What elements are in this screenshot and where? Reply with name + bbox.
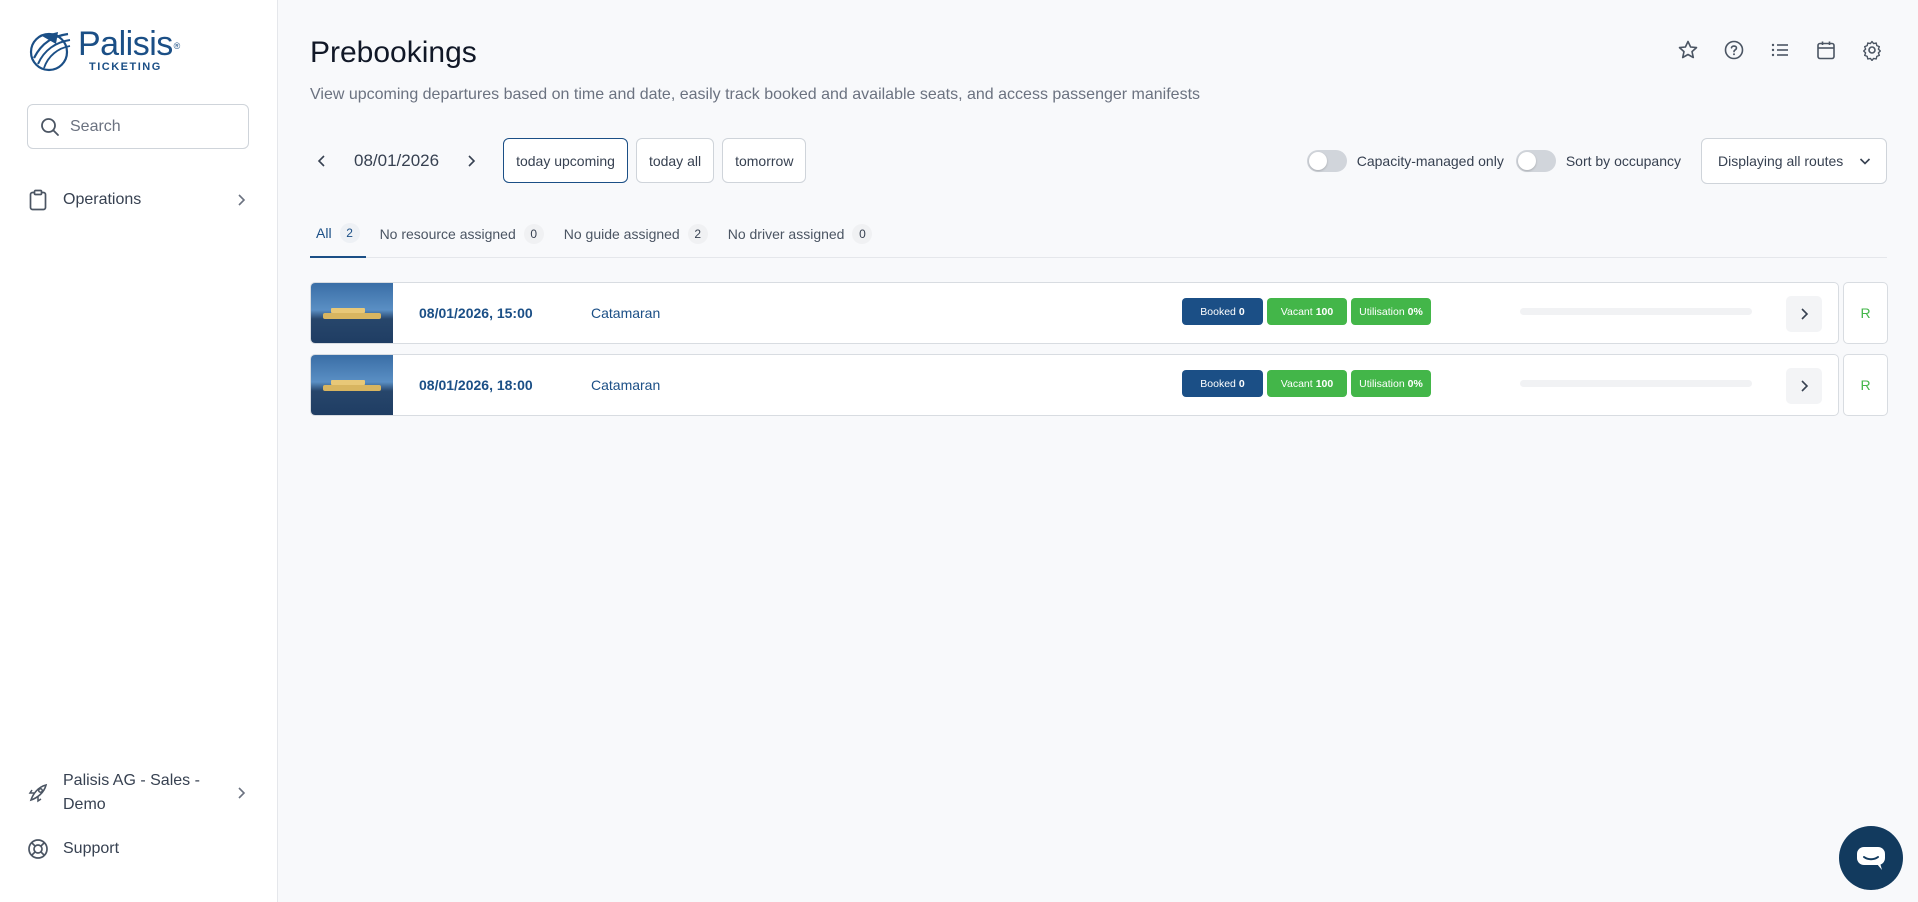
toggle-switch[interactable] bbox=[1515, 149, 1556, 172]
toggle-switch[interactable] bbox=[1306, 149, 1347, 172]
chevron-left-icon bbox=[317, 154, 325, 167]
tab-label: No guide assigned bbox=[563, 225, 680, 242]
tab-count-badge: 2 bbox=[339, 223, 360, 243]
occupancy-stats: Booked 0 Vacant 100 Utilisation 0% bbox=[1182, 298, 1431, 325]
tab-count-badge: 0 bbox=[852, 223, 873, 244]
tab-label: No resource assigned bbox=[379, 225, 516, 242]
tab-no-driver-assigned[interactable]: No driver assigned 0 bbox=[722, 210, 879, 257]
clipboard-icon bbox=[27, 189, 49, 211]
list-icon[interactable] bbox=[1768, 38, 1792, 62]
previous-day-button[interactable] bbox=[310, 149, 334, 173]
star-icon[interactable] bbox=[1676, 38, 1700, 62]
chevron-right-icon bbox=[238, 194, 246, 206]
chevron-right-icon bbox=[238, 787, 246, 799]
resource-button[interactable]: R bbox=[1843, 282, 1888, 344]
calendar-icon[interactable] bbox=[1814, 38, 1838, 62]
chevron-right-icon bbox=[1801, 380, 1809, 392]
brand-name: Palisis ® bbox=[78, 25, 180, 63]
departure-time: 08/01/2026, 18:00 bbox=[419, 377, 533, 393]
booked-badge: Booked 0 bbox=[1182, 298, 1263, 325]
sidebar-item-support[interactable]: Support bbox=[27, 837, 249, 861]
lifebuoy-icon bbox=[27, 838, 49, 860]
booked-badge: Booked 0 bbox=[1182, 370, 1263, 397]
departure-time: 08/01/2026, 15:00 bbox=[419, 305, 533, 321]
page-title: Prebookings bbox=[310, 36, 477, 69]
palisis-logo[interactable]: Palisis ® TICKETING bbox=[28, 25, 180, 73]
vessel-thumbnail bbox=[311, 283, 393, 343]
occupancy-progress-bar bbox=[1520, 380, 1752, 387]
chevron-right-icon bbox=[468, 154, 476, 167]
vessel-thumbnail bbox=[311, 355, 393, 415]
chevron-down-icon bbox=[1859, 157, 1871, 165]
tab-count-badge: 2 bbox=[687, 223, 708, 244]
date-navigator: 08/01/2026 today upcoming today all tomo… bbox=[310, 138, 807, 183]
page-description: View upcoming departures based on time a… bbox=[310, 86, 1201, 103]
tab-label: No driver assigned bbox=[727, 225, 845, 242]
next-day-button[interactable] bbox=[459, 149, 483, 173]
main-content: Prebookings View upcoming departures bas… bbox=[278, 0, 1918, 902]
filter-bar: Capacity-managed only Sort by occupancy … bbox=[1306, 137, 1887, 184]
tab-no-guide-assigned[interactable]: No guide assigned 2 bbox=[558, 210, 714, 257]
sort-by-occupancy-toggle[interactable]: Sort by occupancy bbox=[1515, 149, 1681, 172]
rocket-icon bbox=[27, 782, 49, 804]
routes-dropdown[interactable]: Displaying all routes bbox=[1701, 137, 1887, 184]
vacant-badge: Vacant 100 bbox=[1267, 298, 1347, 325]
chat-button[interactable] bbox=[1839, 826, 1903, 890]
resource-button[interactable]: R bbox=[1843, 354, 1888, 416]
selected-date[interactable]: 08/01/2026 bbox=[354, 151, 439, 171]
tab-label: All bbox=[316, 225, 332, 241]
sidebar-item-label: Operations bbox=[63, 191, 142, 208]
open-departure-button[interactable] bbox=[1786, 296, 1822, 332]
chevron-right-icon bbox=[1801, 308, 1809, 320]
tab-count-badge: 0 bbox=[523, 223, 544, 244]
gear-icon[interactable] bbox=[1860, 38, 1884, 62]
header-actions bbox=[1676, 38, 1884, 62]
routes-dropdown-value: Displaying all routes bbox=[1718, 152, 1844, 169]
chat-icon bbox=[1857, 847, 1885, 870]
open-departure-button[interactable] bbox=[1786, 368, 1822, 404]
departure-row[interactable]: 08/01/2026, 18:00 Catamaran Booked 0 Vaca… bbox=[310, 354, 1839, 416]
sort-by-occupancy-label: Sort by occupancy bbox=[1565, 152, 1681, 169]
today-all-button[interactable]: today all bbox=[635, 138, 715, 183]
search-icon bbox=[41, 117, 59, 136]
today-upcoming-button[interactable]: today upcoming bbox=[503, 138, 628, 183]
help-icon[interactable] bbox=[1722, 38, 1746, 62]
departure-tabs: All 2 No resource assigned 0 No guide as… bbox=[310, 210, 1887, 258]
sidebar-item-label: Support bbox=[63, 840, 120, 857]
vacant-badge: Vacant 100 bbox=[1267, 370, 1347, 397]
sidebar-item-operations[interactable]: Operations bbox=[27, 188, 249, 212]
capacity-managed-label: Capacity-managed only bbox=[1356, 152, 1504, 169]
sidebar-item-organization[interactable]: Palisis AG - Sales - Demo bbox=[27, 769, 249, 817]
tomorrow-button[interactable]: tomorrow bbox=[722, 138, 807, 183]
occupancy-progress-bar bbox=[1520, 308, 1752, 315]
sidebar: Palisis® TICKETING Operations Palisis AG… bbox=[0, 0, 278, 902]
tab-no-resource-assigned[interactable]: No resource assigned 0 bbox=[374, 210, 550, 257]
capacity-managed-toggle[interactable]: Capacity-managed only bbox=[1306, 149, 1504, 172]
tab-all[interactable]: All 2 bbox=[310, 210, 366, 258]
vessel-name: Catamaran bbox=[591, 377, 661, 393]
vessel-name: Catamaran bbox=[591, 305, 661, 321]
search-box[interactable] bbox=[27, 104, 249, 149]
occupancy-stats: Booked 0 Vacant 100 Utilisation 0% bbox=[1182, 370, 1431, 397]
utilisation-badge: Utilisation 0% bbox=[1351, 298, 1431, 325]
palisis-logo-icon bbox=[29, 31, 71, 71]
search-input[interactable] bbox=[70, 117, 230, 136]
sidebar-item-label: Palisis AG - Sales - Demo bbox=[63, 772, 200, 813]
departure-row[interactable]: 08/01/2026, 15:00 Catamaran Booked 0 Vaca… bbox=[310, 282, 1839, 344]
utilisation-badge: Utilisation 0% bbox=[1351, 370, 1431, 397]
